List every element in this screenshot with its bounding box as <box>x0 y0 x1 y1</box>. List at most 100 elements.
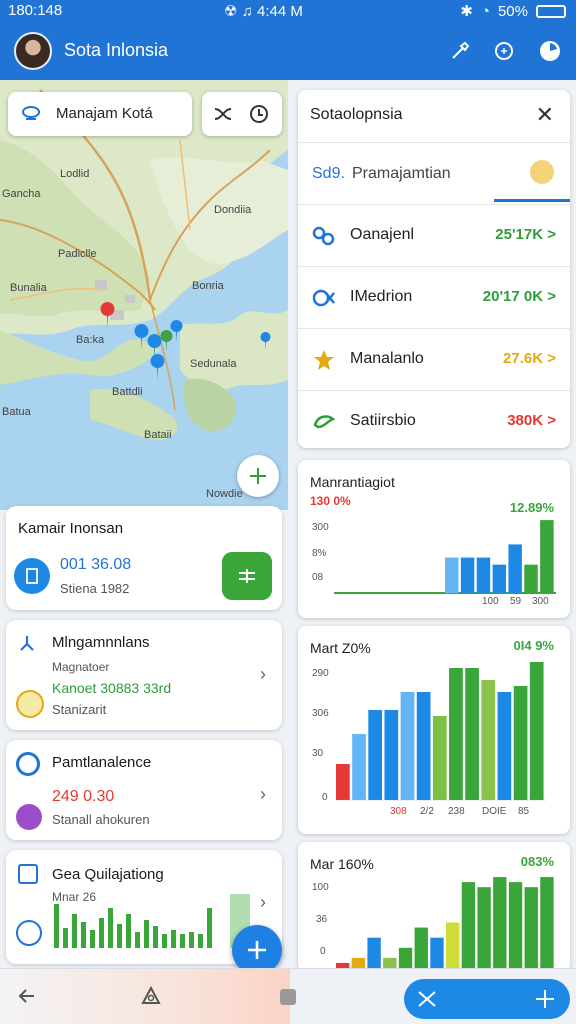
chart-bar <box>513 686 528 800</box>
card-subtitle: Stiena 1982 <box>60 581 130 596</box>
row-name: IMedrion <box>350 288 413 305</box>
chevron-right-icon: › <box>260 664 266 684</box>
close-icon[interactable]: ✕ <box>536 102 554 128</box>
map-label: Lodlid <box>60 168 90 180</box>
list-item[interactable]: Mlngamnnlans Magnatoer Kanoet 30883 33rd… <box>6 620 282 730</box>
map-label: Sedunala <box>190 358 237 370</box>
map-label: Battdli <box>112 386 143 398</box>
target-icon <box>16 920 42 946</box>
wifi-icon: ◔ <box>480 2 490 20</box>
map-label: Dondiia <box>214 204 252 216</box>
card-title: Kamair Inonsan <box>18 520 124 537</box>
chart-bar <box>384 710 399 800</box>
chart-bar <box>432 716 447 800</box>
chart-bar <box>540 877 554 968</box>
shuffle-icon[interactable] <box>416 988 438 1015</box>
summary-card[interactable]: Kamair Inonsan 001 36.08 Stiena 1982 <box>6 506 282 610</box>
row-name: Manalanlo <box>350 350 424 367</box>
back-icon[interactable] <box>16 985 38 1012</box>
status-time: 180:148 <box>8 2 63 19</box>
chart-1-plot <box>334 520 556 594</box>
map-label: Bataii <box>144 429 172 441</box>
active-prefix: Sd9. <box>312 165 345 182</box>
list-item[interactable]: Pamtlanalence 249 0.30 Stanall ahokuren … <box>6 740 282 840</box>
category-row[interactable]: IMedrion 20'17 0K > <box>298 266 570 328</box>
card-value: 001 36.08 <box>60 556 132 573</box>
avatar[interactable] <box>14 32 52 70</box>
chart-bar <box>476 557 491 593</box>
user-icon <box>16 804 42 830</box>
document-icon <box>14 558 50 594</box>
share-icon <box>16 632 38 654</box>
star-icon <box>312 349 336 376</box>
chart-3-plot <box>336 877 556 969</box>
leaf-icon <box>312 411 336 438</box>
bar-chart-2: Mart Z0% 0I4 9% 290 306 30 0 308 2/2 238… <box>298 626 570 834</box>
recents-icon[interactable] <box>280 989 296 1005</box>
chart-bar <box>446 922 460 968</box>
bar-chart-1: Manrantiagiot 130 0% 12.89% 300 8% 08 10… <box>298 460 570 618</box>
map-label: Padiclle <box>58 248 97 260</box>
row-value: 27.6K > <box>503 350 556 367</box>
location-icon <box>20 104 42 129</box>
link-icon <box>312 225 336 252</box>
adjust-button[interactable] <box>222 552 272 600</box>
chart-bar <box>497 692 512 800</box>
row-name: Satiirsbio <box>350 412 416 429</box>
chart-bar <box>368 710 383 800</box>
map-search-card[interactable]: Manajam Kotá <box>8 92 192 136</box>
chart-bar <box>529 662 544 800</box>
search-icon[interactable] <box>492 39 516 63</box>
chart-bar <box>477 887 491 968</box>
chart-bar <box>383 957 397 968</box>
category-row[interactable]: Oanajenl 25'17K > <box>298 204 570 266</box>
pen-icon[interactable] <box>448 39 472 63</box>
chart-bar <box>493 877 507 968</box>
chart-bar <box>492 564 507 593</box>
card-subtitle: Stanall ahokuren <box>52 812 150 827</box>
tab-active[interactable]: Sd9. Pramajamtian <box>298 142 570 202</box>
app-bar: Sota Inlonsia <box>0 22 576 80</box>
row-name: Oanajenl <box>350 226 415 243</box>
action-pill <box>404 979 570 1019</box>
map-label: Ba:ka <box>76 334 105 346</box>
bottom-nav <box>0 968 576 1024</box>
map-view[interactable]: Gancha Lodlid Dondiia Padiclle Bunalia B… <box>0 80 288 510</box>
profile-icon[interactable] <box>538 39 562 63</box>
map-label: Batua <box>2 406 31 418</box>
home-icon[interactable] <box>140 985 162 1012</box>
chart-bar <box>351 957 366 968</box>
chart-bar <box>414 927 428 968</box>
chevron-right-icon: › <box>260 892 266 912</box>
refresh-icon <box>16 752 40 776</box>
coin-icon <box>16 690 44 718</box>
active-label: Pramajamtian <box>352 165 451 182</box>
mini-bar-chart <box>54 894 250 948</box>
chart-bar <box>508 544 522 593</box>
chart-bar <box>465 668 479 800</box>
category-row[interactable]: Satiirsbio 380K > <box>298 390 570 448</box>
layers-icon[interactable] <box>248 103 270 130</box>
status-bar: 180:148 ☢ ♫ 4:44 M ✱ ◔ 50% <box>0 0 576 22</box>
chart-bar <box>367 937 381 968</box>
chart-bar <box>398 947 413 968</box>
chart-bar <box>430 937 444 968</box>
card-note: Stanizarit <box>52 702 107 717</box>
category-row[interactable]: Manalanlo 27.6K > <box>298 328 570 390</box>
zoom-in-button[interactable] <box>237 455 279 497</box>
chart-bar <box>445 557 459 593</box>
map-controls <box>202 92 282 136</box>
chart-2-plot <box>336 662 546 801</box>
row-value: 380K > <box>507 412 556 429</box>
card-subtitle: Magnatoer <box>52 660 110 674</box>
card-value: Kanoet 30883 33rd <box>52 680 172 696</box>
add-icon[interactable] <box>534 988 556 1015</box>
chart-bar <box>352 734 366 800</box>
chart-bar <box>461 882 476 968</box>
card-title: Mlngamnnlans <box>52 634 150 651</box>
calendar-icon <box>18 864 38 884</box>
bar-chart-3: Mar 160% 083% 100 36 0 <box>298 842 570 972</box>
shuffle-icon[interactable] <box>212 103 234 130</box>
card-title: Gea Quilajationg <box>52 866 164 883</box>
row-value: 20'17 0K > <box>482 288 556 305</box>
